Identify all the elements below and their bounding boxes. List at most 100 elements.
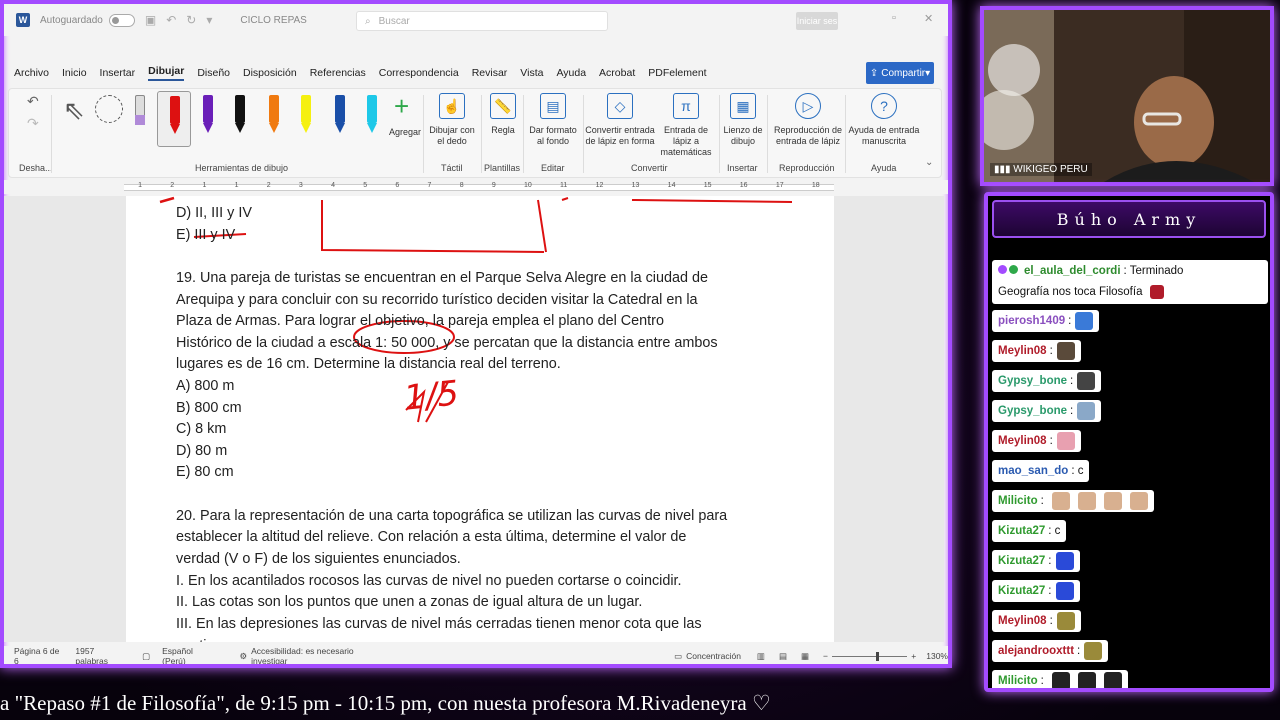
lasso-icon[interactable] <box>95 95 123 123</box>
tab-revisar[interactable]: Revisar <box>472 67 508 79</box>
blue-pen-icon[interactable] <box>333 95 347 135</box>
undo-icon[interactable]: ↶ <box>166 13 176 27</box>
chat-username[interactable]: Kizuta27 <box>998 525 1045 537</box>
undo-draw-icon[interactable]: ↶ <box>27 93 39 110</box>
word-count[interactable]: 1957 palabras <box>75 646 126 664</box>
zoom-slider-thumb[interactable] <box>875 651 879 661</box>
tab-correspondencia[interactable]: Correspondencia <box>379 67 459 79</box>
customize-icon[interactable]: ▾ <box>206 13 212 27</box>
chat-username[interactable]: mao_san_do <box>998 465 1068 477</box>
zoom-out-icon[interactable]: − <box>823 651 828 661</box>
web-layout-icon[interactable]: ▦ <box>801 651 809 662</box>
chat-text: : c <box>1048 525 1061 537</box>
zoom-slider[interactable] <box>831 651 908 661</box>
question-20-line: establecer la altitud del relieve. Con r… <box>176 529 687 545</box>
format-background-button[interactable]: ▤ Dar formato al fondo <box>525 93 581 147</box>
statement-ii-20: II. Las cotas son los puntos que unen a … <box>176 594 643 610</box>
chat-username[interactable]: Gypsy_bone <box>998 405 1067 417</box>
tab-disposicion[interactable]: Disposición <box>243 67 297 79</box>
ruler-numbers: 1 2 1 1 2 3 4 5 6 7 8 9 10 11 12 13 14 1… <box>124 182 834 189</box>
tab-inicio[interactable]: Inicio <box>62 67 87 79</box>
page-counter[interactable]: Página 6 de 6 <box>14 646 63 664</box>
emote-icon <box>1103 672 1122 688</box>
focus-mode[interactable]: Concentración <box>686 651 741 661</box>
tab-pdfelement[interactable]: PDFelement <box>648 67 706 79</box>
redo-draw-icon[interactable]: ↷ <box>27 115 39 132</box>
ruler-button[interactable]: 📏 Regla <box>483 93 523 136</box>
restore-icon[interactable]: ▫ <box>892 12 896 24</box>
chat-username[interactable]: Milicito <box>998 495 1038 507</box>
document-page[interactable]: D) II, III y IV E) III y IV 19. Una pare… <box>126 196 834 642</box>
zoom-level[interactable]: 130% <box>926 651 948 661</box>
tab-referencias[interactable]: Referencias <box>310 67 366 79</box>
user-badges <box>998 265 1020 274</box>
share-button[interactable]: ⇪ Compartir ▾ <box>866 62 934 84</box>
ink-help-button[interactable]: ? Ayuda de entrada manuscrita <box>847 93 921 147</box>
redo-icon[interactable]: ↻ <box>186 13 196 27</box>
print-layout-icon[interactable]: ▤ <box>779 651 787 662</box>
tab-dibujar[interactable]: Dibujar <box>148 65 185 81</box>
language[interactable]: Español (Perú) <box>162 646 215 664</box>
read-mode-icon[interactable]: ▥ <box>757 651 765 662</box>
close-icon[interactable]: ✕ <box>924 12 933 25</box>
accessibility-status[interactable]: Accesibilidad: es necesario investigar <box>251 646 384 664</box>
chat-username[interactable]: Gypsy_bone <box>998 375 1067 387</box>
eraser-icon[interactable] <box>133 95 147 135</box>
add-pen-icon[interactable]: + <box>394 91 409 122</box>
collapse-ribbon-icon[interactable]: ⌄ <box>925 157 933 168</box>
accessibility-icon[interactable]: ⚙ <box>239 651 247 662</box>
chat-text: : Terminado <box>1123 265 1184 277</box>
chat-message: alejandrooxttt: <box>992 640 1109 662</box>
horizontal-ruler: 1 2 1 1 2 3 4 5 6 7 8 9 10 11 12 13 14 1… <box>4 180 948 194</box>
chat-username[interactable]: Milicito <box>998 675 1038 687</box>
drawing-canvas-icon: ▦ <box>730 93 756 119</box>
webcam-label: ▮▮▮ WIKIGEO PERU <box>990 163 1092 176</box>
ruler-num: 11 <box>560 182 568 189</box>
autosave-toggle[interactable] <box>108 13 135 27</box>
tab-ayuda[interactable]: Ayuda <box>556 67 586 79</box>
chat-username[interactable]: alejandrooxttt <box>998 645 1074 657</box>
purple-pen-icon[interactable] <box>201 95 215 135</box>
separator <box>719 95 720 173</box>
question-19-line: Histórico de la ciudad a escala 1: 50 00… <box>176 335 718 351</box>
cyan-highlighter-icon[interactable] <box>365 95 379 135</box>
ink-to-shape-button[interactable]: ◇ Convertir entrada de lápiz en forma <box>585 93 655 147</box>
emote-icon <box>1077 672 1096 688</box>
draw-with-touch-button[interactable]: ☝ Dibujar con el dedo <box>427 93 477 147</box>
chat-username[interactable]: el_aula_del_cordi <box>1024 265 1121 277</box>
chat-username[interactable]: Kizuta27 <box>998 555 1045 567</box>
option-c-19: C) 8 km <box>176 421 227 437</box>
scrolling-ticker: a "Repaso #1 de Filosofía", de 9:15 pm -… <box>0 690 771 715</box>
document-area[interactable]: D) II, III y IV E) III y IV 19. Una pare… <box>4 196 944 642</box>
chat-username[interactable]: pierosh1409 <box>998 315 1065 327</box>
proofing-icon[interactable]: ▢ <box>142 651 150 662</box>
chat-username[interactable]: Meylin08 <box>998 345 1047 357</box>
question-19-line: Plaza de Armas. Para lograr el objetivo,… <box>176 313 664 329</box>
drawing-canvas-button[interactable]: ▦ Lienzo de dibujo <box>721 93 765 147</box>
black-pen-icon[interactable] <box>233 95 247 135</box>
chat-username[interactable]: Kizuta27 <box>998 585 1045 597</box>
tab-archivo[interactable]: Archivo <box>14 67 49 79</box>
option-e-18: E) III y IV <box>176 227 236 243</box>
ink-replay-button[interactable]: ▷ Reproducción de entrada de lápiz <box>771 93 845 147</box>
tab-diseno[interactable]: Diseño <box>197 67 230 79</box>
signin-button[interactable]: Iniciar ses <box>796 12 838 30</box>
orange-pen-icon[interactable] <box>267 95 281 135</box>
focus-icon[interactable]: ▭ <box>674 651 682 662</box>
save-icon[interactable]: ▣ <box>145 13 156 27</box>
red-pen-selected[interactable] <box>157 91 191 147</box>
yellow-highlighter-icon[interactable] <box>299 95 313 135</box>
chat-username[interactable]: Meylin08 <box>998 435 1047 447</box>
touch-group-label: Táctil <box>441 163 463 173</box>
webcam-image <box>984 10 1270 182</box>
tab-acrobat[interactable]: Acrobat <box>599 67 635 79</box>
tab-insertar[interactable]: Insertar <box>100 67 136 79</box>
chat-message: Kizuta27: <box>992 550 1080 572</box>
ink-to-math-button[interactable]: π Entrada de lápiz a matemáticas <box>655 93 717 158</box>
search-input[interactable]: ⌕ Buscar <box>356 11 608 31</box>
zoom-in-icon[interactable]: + <box>911 651 916 661</box>
tab-vista[interactable]: Vista <box>520 67 543 79</box>
chat-username[interactable]: Meylin08 <box>998 615 1047 627</box>
select-pointer-icon[interactable]: ⇖ <box>63 95 85 126</box>
ruler-num: 6 <box>395 182 400 189</box>
